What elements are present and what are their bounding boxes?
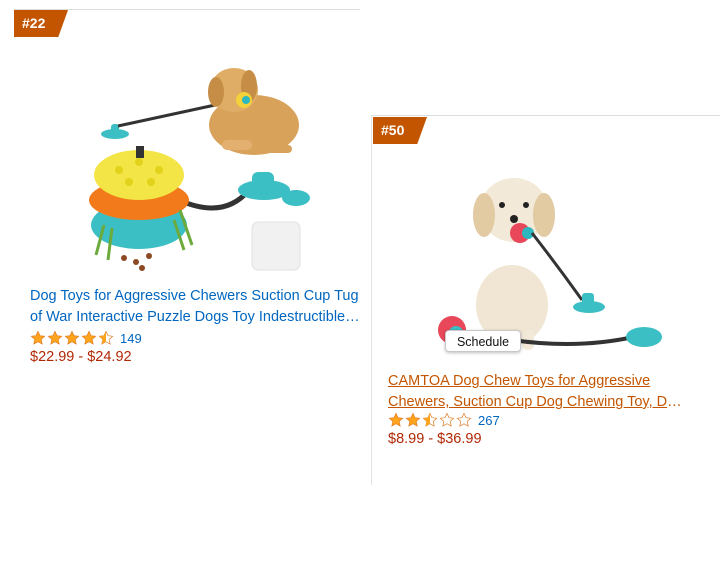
star-empty-icon <box>456 412 472 427</box>
product-title-link[interactable]: CAMTOA Dog Chew Toys for Aggressive Chew… <box>388 371 688 413</box>
product-card: #50 Schedule CAMTOA Dog Chew Toys for Ag… <box>371 115 720 485</box>
star-full-icon <box>81 330 97 345</box>
star-half-icon <box>422 412 438 427</box>
product-card: #22 Dog Toys for Aggressive Chewers Suct… <box>14 0 360 370</box>
rank-badge: #22 <box>14 10 68 37</box>
product-title-link[interactable]: Dog Toys for Aggressive Chewers Suction … <box>30 286 360 328</box>
star-empty-icon <box>439 412 455 427</box>
star-rating[interactable] <box>30 330 114 346</box>
product-image[interactable] <box>84 50 314 275</box>
star-full-icon <box>405 412 421 427</box>
star-full-icon <box>64 330 80 345</box>
star-full-icon <box>30 330 46 345</box>
star-rating[interactable] <box>388 412 472 428</box>
rating-count-link[interactable]: 267 <box>478 413 500 428</box>
price-range: $8.99 - $36.99 <box>388 431 482 447</box>
divider <box>372 115 720 116</box>
star-half-icon <box>98 330 114 345</box>
rank-badge: #50 <box>373 117 427 144</box>
price-range: $22.99 - $24.92 <box>30 349 132 365</box>
rating-count-link[interactable]: 149 <box>120 331 142 346</box>
schedule-button[interactable]: Schedule <box>445 330 521 352</box>
rating-row: 149 <box>30 329 142 347</box>
divider <box>14 9 360 10</box>
star-full-icon <box>47 330 63 345</box>
rating-row: 267 <box>388 411 500 429</box>
star-full-icon <box>388 412 404 427</box>
